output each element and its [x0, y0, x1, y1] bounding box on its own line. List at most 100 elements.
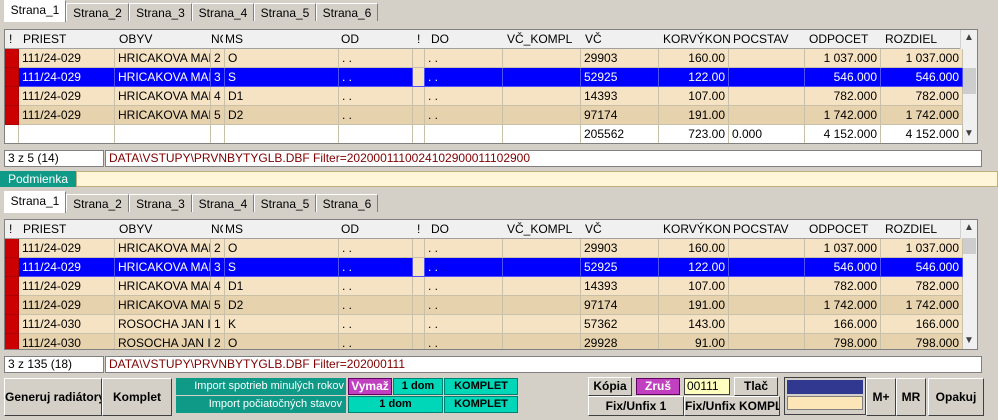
one-house-initial-button[interactable]: 1 dom — [348, 396, 443, 413]
table-row[interactable]: 111/24-030 ROSOCHA JAN I1K. .. . 57362 143.… — [5, 315, 963, 334]
table-row[interactable]: 111/24-029 HRICAKOVA MAR 4 D1. .. . 14393 107… — [5, 87, 963, 106]
tab-strana-4-lower[interactable]: Strana_4 — [192, 194, 254, 212]
cell-odpocet: 546.000 — [805, 68, 881, 87]
tab-strana-1[interactable]: Strana_1 — [4, 0, 66, 22]
column-header[interactable]: VČ — [583, 30, 661, 48]
cell-ms: K — [225, 315, 339, 334]
memory-plus-button[interactable]: M+ — [866, 378, 896, 416]
tab-strana-5-lower[interactable]: Strana_5 — [254, 194, 316, 212]
column-header[interactable]: KORVÝKON — [661, 220, 731, 238]
komplet-button[interactable]: Komplet — [102, 378, 172, 416]
column-header[interactable]: DO — [429, 220, 505, 238]
import-consumption-label: Import spotrieb minulých rokov — [176, 378, 346, 395]
vymaz-button[interactable]: Vymaž — [348, 378, 392, 395]
code-input[interactable]: 00111 — [684, 378, 730, 395]
scroll-down-icon[interactable]: ▼ — [961, 126, 977, 142]
column-header[interactable]: DO — [429, 30, 505, 48]
cell-obyv: ROSOCHA JAN I — [115, 334, 211, 349]
cell-do: . . — [425, 49, 503, 68]
cell-pocstav — [729, 277, 805, 296]
totals-row[interactable]: 205562 723.00 0.000 4 152.000 4 152.000 — [5, 125, 963, 143]
cell-odpocet: 1 037.000 — [805, 239, 881, 258]
cell-ms: D1 — [225, 277, 339, 296]
cell-pocstav — [729, 239, 805, 258]
column-header[interactable]: ! — [415, 30, 429, 48]
column-header[interactable]: NC — [209, 220, 223, 238]
table-row[interactable]: 111/24-029 HRICAKOVA MAR 3 S. .. . 52925 122.… — [5, 68, 963, 87]
table-row[interactable]: 111/24-029 HRICAKOVA MAR 2 O. .. . 29903 160.… — [5, 49, 963, 68]
cell-rozdiel: 782.000 — [881, 277, 963, 296]
scroll-thumb[interactable] — [962, 238, 976, 254]
cell-priest: 111/24-030 — [19, 334, 115, 349]
condition-input[interactable] — [76, 171, 998, 187]
generate-radiators-button[interactable]: Generuj radiátory — [4, 378, 102, 416]
column-header[interactable]: VČ — [583, 220, 661, 238]
komplet-consumption-button[interactable]: KOMPLET — [444, 378, 518, 395]
cell-rozdiel: 1 742.000 — [881, 106, 963, 125]
tab-strana-6-lower[interactable]: Strana_6 — [316, 194, 378, 212]
column-header[interactable]: POCSTAV — [731, 220, 807, 238]
cell-vc-kompl — [503, 258, 581, 277]
tab-strana-4[interactable]: Strana_4 — [192, 3, 254, 21]
zrus-button[interactable]: Zruš — [636, 378, 680, 395]
scroll-thumb[interactable] — [962, 68, 976, 94]
memory-recall-button[interactable]: MR — [896, 378, 926, 416]
fix-unfix-komplet-button[interactable]: Fix/Unfix KOMPLET — [684, 396, 780, 416]
tab-strana-1-lower[interactable]: Strana_1 — [4, 191, 66, 213]
komplet-initial-button[interactable]: KOMPLET — [444, 396, 518, 413]
table-row[interactable]: 111/24-029 HRICAKOVA MAR 3 S. .. . 52925 122.… — [5, 258, 963, 277]
tab-strana-2-lower[interactable]: Strana_2 — [66, 194, 129, 212]
table-row[interactable]: 111/24-029 HRICAKOVA MAR 5 D2. .. . 97174 191… — [5, 106, 963, 125]
flag-cell — [413, 125, 425, 143]
column-header[interactable]: OD — [339, 30, 415, 48]
tab-strana-3-lower[interactable]: Strana_3 — [129, 194, 192, 212]
cell-pocstav — [729, 334, 805, 349]
column-header[interactable]: PRIEST — [21, 30, 117, 48]
column-header[interactable]: VČ_KOMPL — [505, 220, 583, 238]
column-header[interactable]: NC — [209, 30, 223, 48]
column-header[interactable]: KORVÝKON — [661, 30, 731, 48]
column-header[interactable]: ODPOCET — [807, 30, 883, 48]
tab-strana-3[interactable]: Strana_3 — [129, 3, 192, 21]
column-header[interactable]: MS — [223, 220, 339, 238]
top-data-grid: !PRIESTOBYVNCMSOD!DOVČ_KOMPLVČKORVÝKONPO… — [4, 29, 978, 144]
color-swatch-panel[interactable] — [784, 377, 866, 415]
cell-vc: 57362 — [581, 315, 659, 334]
row-marker — [5, 87, 19, 106]
table-row[interactable]: 111/24-030 ROSOCHA JAN I2O. .. . 29928 91.0… — [5, 334, 963, 349]
cell-vc: 97174 — [581, 106, 659, 125]
column-header[interactable]: ODPOCET — [807, 220, 883, 238]
column-header[interactable]: OD — [339, 220, 415, 238]
scroll-down-icon[interactable]: ▼ — [961, 333, 977, 349]
column-header[interactable]: ! — [7, 30, 21, 48]
kopia-button[interactable]: Kópia — [588, 377, 632, 396]
column-header[interactable]: PRIEST — [21, 220, 117, 238]
column-header[interactable]: ROZDIEL — [883, 30, 963, 48]
cell-nc: 1 — [211, 315, 225, 334]
opakuj-button[interactable]: Opakuj — [928, 378, 984, 416]
color-swatch-cream — [787, 396, 863, 410]
column-header[interactable]: MS — [223, 30, 339, 48]
tlac-button[interactable]: Tlač — [734, 377, 778, 396]
tab-strana-2[interactable]: Strana_2 — [66, 3, 129, 21]
scroll-up-icon[interactable]: ▲ — [961, 220, 977, 236]
column-header[interactable]: ! — [7, 220, 21, 238]
column-header[interactable]: OBYV — [117, 30, 209, 48]
cell-nc: 2 — [211, 334, 225, 349]
fix-unfix-1-button[interactable]: Fix/Unfix 1 — [588, 396, 684, 416]
column-header[interactable]: VČ_KOMPL — [505, 30, 583, 48]
cell-ms: D2 — [225, 106, 339, 125]
tab-strana-5[interactable]: Strana_5 — [254, 3, 316, 21]
table-row[interactable]: 111/24-029 HRICAKOVA MAR 5 D2. .. . 97174 191… — [5, 296, 963, 315]
scroll-up-icon[interactable]: ▲ — [961, 30, 977, 46]
column-header[interactable]: ROZDIEL — [883, 220, 963, 238]
column-header[interactable]: POCSTAV — [731, 30, 807, 48]
table-row[interactable]: 111/24-029 HRICAKOVA MAR 2 O. .. . 29903 160.… — [5, 239, 963, 258]
table-row[interactable]: 111/24-029 HRICAKOVA MAR 4 D1. .. . 14393 107… — [5, 277, 963, 296]
row-marker — [5, 68, 19, 87]
column-header[interactable]: OBYV — [117, 220, 209, 238]
cell-priest: 111/24-029 — [19, 49, 115, 68]
one-house-button[interactable]: 1 dom — [393, 378, 443, 395]
tab-strana-6[interactable]: Strana_6 — [316, 3, 378, 21]
column-header[interactable]: ! — [415, 220, 429, 238]
